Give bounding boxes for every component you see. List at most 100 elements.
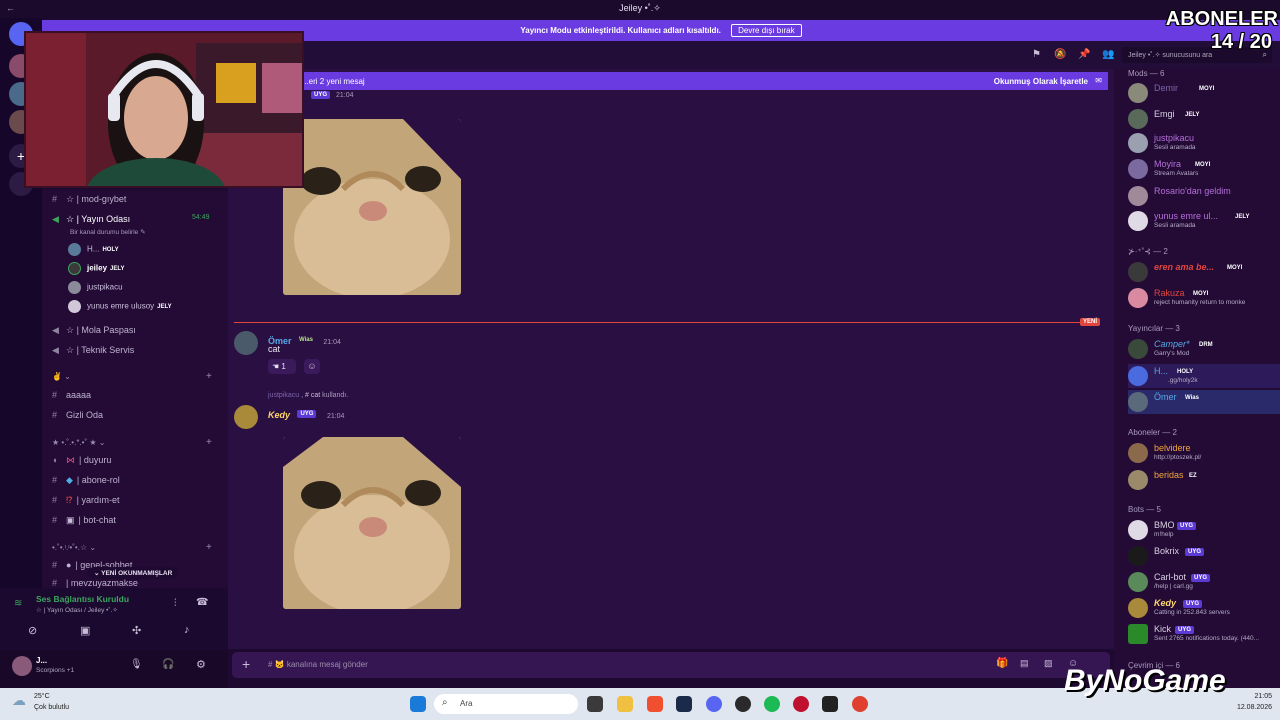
- category-header[interactable]: ✌ ⌄: [52, 372, 71, 381]
- threads-icon[interactable]: ⚑: [1032, 49, 1041, 60]
- channel-mevzuyazmakse[interactable]: # | mevzuyazmakse: [52, 578, 138, 588]
- avatar: [1128, 83, 1148, 103]
- channel-bot-chat[interactable]: # ▣ | bot-chat: [52, 515, 116, 533]
- member-item[interactable]: H... HOLY .gg/holy2k: [1128, 364, 1280, 388]
- member-item[interactable]: eren ama be... MOYI: [1128, 260, 1280, 284]
- category-header[interactable]: ★ •.˚.•.*.•˚ ★ ⌄: [52, 438, 105, 447]
- member-item[interactable]: Carl-bot UYG/help | carl.gg: [1128, 570, 1280, 594]
- mark-read-icon: ✉: [1095, 76, 1102, 85]
- voice-channel-mola-paspası[interactable]: ◀ ☆ | Mola Paspası: [52, 325, 136, 343]
- headphones-icon[interactable]: 🎧: [162, 659, 174, 670]
- capcut-icon[interactable]: [822, 696, 838, 712]
- voice-user[interactable]: jeiley JELY: [68, 262, 124, 275]
- member-item[interactable]: beridas EZ: [1128, 468, 1280, 492]
- gear-icon[interactable]: ⚙: [196, 658, 206, 671]
- reaction-button[interactable]: ☚ 1: [268, 359, 296, 374]
- avatar: [68, 262, 81, 275]
- file-explorer-icon[interactable]: [617, 696, 633, 712]
- bynogame-watermark: ByNoGame: [1064, 664, 1274, 704]
- member-item[interactable]: Emgi JELY: [1128, 107, 1280, 131]
- cat-image[interactable]: [283, 437, 461, 609]
- member-item[interactable]: Ömer Wias: [1128, 390, 1280, 414]
- task-view-icon[interactable]: [587, 696, 603, 712]
- message-author[interactable]: Kedy: [268, 410, 290, 420]
- channel-status[interactable]: Bir kanal durumu belirle ✎: [70, 228, 146, 236]
- gift-icon[interactable]: 🎁: [996, 658, 1008, 669]
- member-group-header: ⊁·⁺˚⊰ — 2: [1128, 247, 1168, 256]
- cat-image[interactable]: [283, 119, 461, 295]
- activities-icon[interactable]: ✣: [132, 624, 141, 637]
- gif-icon[interactable]: ▤: [1020, 658, 1029, 669]
- member-item[interactable]: justpikacu Sesli aramada: [1128, 131, 1280, 155]
- discord-icon[interactable]: [706, 696, 722, 712]
- pin-icon[interactable]: 📌: [1078, 49, 1090, 60]
- search-icon: ⌕: [442, 697, 448, 708]
- spotify-icon[interactable]: [764, 696, 780, 712]
- chrome-icon[interactable]: [852, 696, 868, 712]
- camera-off-icon[interactable]: ⊘: [28, 624, 37, 637]
- member-item[interactable]: BMO UYG m!help: [1128, 518, 1280, 542]
- avatar[interactable]: [234, 405, 258, 429]
- member-item[interactable]: Kick UYG Sent 2765 notifications today. (4…: [1128, 622, 1280, 646]
- member-item[interactable]: Kedy UYG Catting in 252.843 servers: [1128, 596, 1280, 620]
- signal-icon[interactable]: ≋: [14, 598, 22, 609]
- member-item[interactable]: Camper* DRM Garry's Mod: [1128, 337, 1280, 361]
- voice-channel-link[interactable]: ☆ | Yayın Odası / Jeiley •˚.✧: [36, 606, 118, 614]
- taskbar-search[interactable]: ⌕ Ara: [434, 694, 578, 714]
- window-title: Jeiley •˚.✧: [619, 3, 661, 13]
- voice-user[interactable]: yunus emre ulusoy JELY: [68, 300, 172, 313]
- brave-icon[interactable]: [647, 696, 663, 712]
- voice-user[interactable]: H... HOLY: [68, 243, 119, 256]
- category-header[interactable]: •.˚•.ᵎ.ᵎ•˚•.☆ ⌄: [52, 543, 96, 552]
- reply-user[interactable]: justpikacu: [268, 392, 299, 399]
- sticker-icon[interactable]: ▧: [1044, 658, 1053, 669]
- member-item[interactable]: Bokrix UYG: [1128, 544, 1280, 568]
- speaker-icon: ◀: [52, 214, 59, 224]
- start-icon[interactable]: [410, 696, 426, 712]
- soundboard-icon[interactable]: ♪: [184, 624, 190, 636]
- members-icon[interactable]: 👥: [1102, 49, 1114, 60]
- add-channel-icon[interactable]: +: [206, 371, 212, 382]
- new-unreads-pill[interactable]: ⌄ YENİ OKUNMAMIŞLAR: [88, 567, 179, 579]
- reply-command[interactable]: # cat: [305, 392, 320, 399]
- add-channel-icon[interactable]: +: [206, 542, 212, 553]
- screen-share-icon[interactable]: ▣: [80, 624, 90, 637]
- weather-text[interactable]: Çok bulutlu: [34, 704, 69, 711]
- mark-as-read-button[interactable]: Okunmuş Olarak İşaretle: [994, 77, 1088, 86]
- avatar[interactable]: [234, 331, 258, 355]
- add-attachment-icon[interactable]: +: [242, 656, 250, 672]
- back-icon[interactable]: ←: [6, 3, 15, 13]
- message-composer[interactable]: + # 🐱 kanalına mesaj gönder 🎁 ▤ ▧ ☺: [232, 652, 1110, 678]
- clock-date[interactable]: 12.08.2026: [1210, 704, 1272, 711]
- noise-suppression-icon[interactable]: ⫶: [174, 598, 177, 609]
- add-reaction-icon[interactable]: ☺: [304, 359, 320, 374]
- channel-yardım-et[interactable]: # ⁉ | yardım-et: [52, 495, 119, 513]
- voice-channel-teknik-servis[interactable]: ◀ ☆ | Teknik Servis: [52, 345, 134, 363]
- hash-icon: #: [52, 495, 58, 505]
- disconnect-icon[interactable]: ☎: [196, 597, 208, 608]
- channel-abone-rol[interactable]: # ◆ | abone-rol: [52, 475, 120, 493]
- member-item[interactable]: Rosario'dan geldim: [1128, 184, 1280, 208]
- channel-sidebar: # ☆ | mod-gıybet ◀ ☆ | Yayın Odası 54:49 Bi…: [42, 190, 228, 588]
- voice-user[interactable]: justpikacu: [68, 281, 123, 294]
- member-item[interactable]: yunus emre ul... JELY Sesli aramada: [1128, 209, 1280, 233]
- microphone-icon[interactable]: 🎙: [130, 659, 143, 670]
- add-channel-icon[interactable]: +: [206, 437, 212, 448]
- weather-temp[interactable]: 25°C: [34, 693, 50, 700]
- mute-icon[interactable]: 🔕: [1054, 49, 1066, 60]
- avatar[interactable]: [12, 656, 32, 676]
- member-item[interactable]: belvidere http://ptoszek.pl/: [1128, 441, 1280, 465]
- obs-icon[interactable]: [735, 696, 751, 712]
- channel-mod-gıybet[interactable]: # ☆ | mod-gıybet: [52, 194, 126, 212]
- new-messages-bar[interactable]: ...eri 2 yeni mesaj Okunmuş Olarak İşare…: [300, 72, 1108, 90]
- steam-icon[interactable]: [676, 696, 692, 712]
- disable-streamer-mode-button[interactable]: Devre dışı bırak: [731, 24, 802, 37]
- channel-gizli-oda[interactable]: # Gizli Oda: [52, 410, 103, 428]
- title-bar: Jeiley •˚.✧ ←: [0, 0, 1280, 18]
- channel-aaaaa[interactable]: # aaaaa: [52, 390, 91, 408]
- channel-duyuru[interactable]: ◖ ⋈ | duyuru: [52, 455, 111, 473]
- member-item[interactable]: Demir MOYI: [1128, 81, 1280, 105]
- app-icon[interactable]: [793, 696, 809, 712]
- member-item[interactable]: Moyira MOYI Stream Avatars: [1128, 157, 1280, 181]
- member-item[interactable]: Rakuza MOYI reject humanity return to monk…: [1128, 286, 1280, 310]
